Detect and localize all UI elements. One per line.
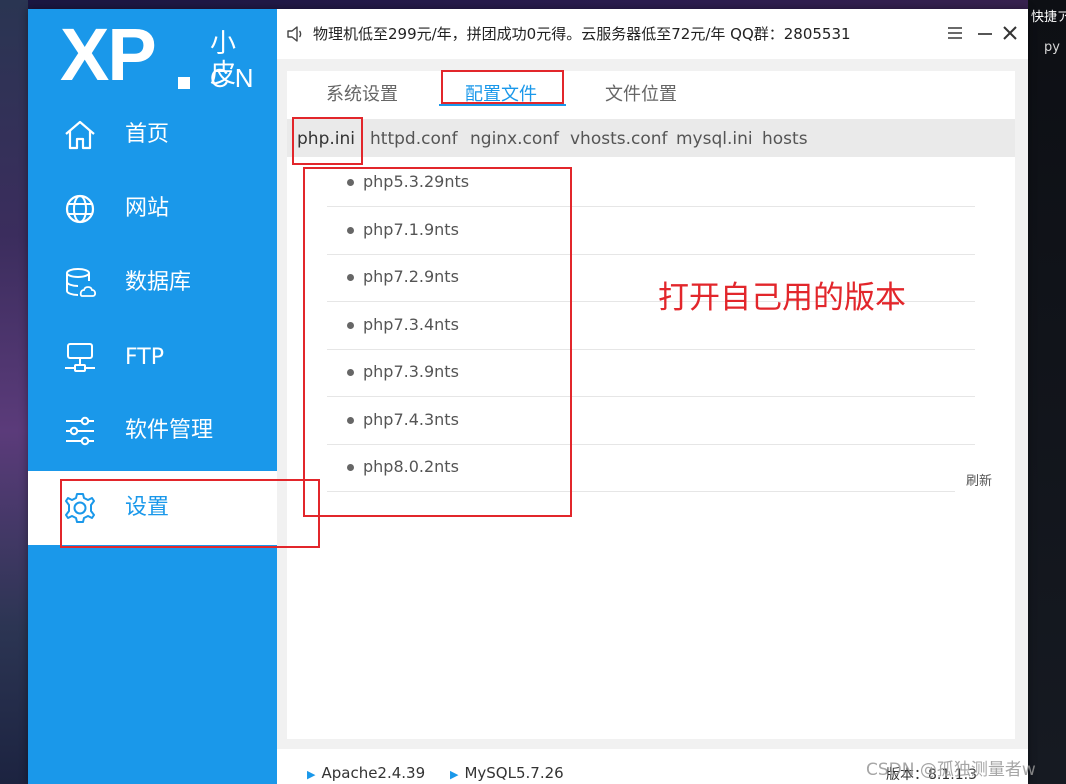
apache-service[interactable]: ▶ Apache2.4.39 [307, 764, 425, 782]
subtab-httpd-conf[interactable]: httpd.conf [370, 129, 458, 149]
play-icon: ▶ [450, 768, 459, 781]
bullet-icon [347, 417, 354, 424]
sidebar: XP 小皮 CN 首页 网站 数据库 FTP 软件管理 设置 [28, 9, 277, 784]
logo-cn-bottom: CN [210, 63, 260, 93]
mysql-service[interactable]: ▶ MySQL5.7.26 [450, 764, 564, 782]
annotation-text: 打开自己用的版本 [658, 280, 906, 316]
php-version-item[interactable]: php7.4.3nts [327, 397, 975, 445]
logo-dot [178, 77, 190, 89]
sidebar-item-website[interactable]: 网站 [28, 172, 277, 246]
database-icon [66, 268, 97, 297]
server-icon [65, 343, 95, 372]
bullet-icon [347, 179, 354, 186]
sidebar-item-database[interactable]: 数据库 [28, 246, 277, 320]
php-version-label: php7.1.9nts [363, 220, 459, 239]
minimize-icon[interactable] [975, 23, 995, 43]
logo-xp-text: XP [60, 13, 157, 96]
php-version-label: php5.3.29nts [363, 172, 470, 191]
subtab-nginx-conf[interactable]: nginx.conf [470, 129, 559, 149]
sidebar-item-label: 数据库 [125, 270, 192, 295]
subtab-hosts[interactable]: hosts [762, 129, 808, 149]
apache-label: Apache2.4.39 [321, 764, 426, 782]
tab-system-settings[interactable]: 系统设置 [326, 80, 398, 106]
mysql-label: MySQL5.7.26 [464, 764, 564, 782]
php-version-item[interactable]: php5.3.29nts [327, 159, 975, 207]
sliders-icon [66, 416, 94, 446]
php-version-label: php7.3.4nts [363, 315, 459, 334]
bullet-icon [347, 464, 354, 471]
sidebar-item-label: 软件管理 [125, 418, 214, 443]
sidebar-item-home[interactable]: 首页 [28, 98, 277, 172]
sidebar-item-software[interactable]: 软件管理 [28, 394, 277, 468]
subtab-php-ini[interactable]: php.ini [297, 129, 355, 149]
sidebar-item-label: FTP [125, 345, 164, 370]
gear-icon [65, 493, 95, 523]
play-icon: ▶ [307, 768, 316, 781]
sidebar-item-ftp[interactable]: FTP [28, 321, 277, 395]
sidebar-item-label: 网站 [125, 196, 170, 221]
refresh-button[interactable]: 刷新 [966, 470, 992, 489]
globe-icon [65, 194, 95, 224]
php-version-label: php8.0.2nts [363, 457, 459, 476]
sidebar-item-label: 设置 [125, 495, 170, 520]
php-version-label: php7.4.3nts [363, 410, 459, 429]
menu-icon[interactable] [945, 23, 965, 43]
close-icon[interactable] [1000, 23, 1020, 43]
sidebar-item-settings[interactable]: 设置 [28, 471, 277, 545]
bullet-icon [347, 369, 354, 376]
topbar: 物理机低至299元/年，拼团成功0元得。云服务器低至72元/年 QQ群：2805… [277, 9, 1028, 59]
subtab-vhosts-conf[interactable]: vhosts.conf [570, 129, 668, 149]
subtab-mysql-ini[interactable]: mysql.ini [676, 129, 753, 149]
desktop-wallpaper-left [0, 0, 28, 784]
sidebar-item-label: 首页 [125, 122, 170, 147]
home-icon [65, 120, 95, 150]
bullet-icon [347, 322, 354, 329]
bullet-icon [347, 274, 354, 281]
bullet-icon [347, 227, 354, 234]
php-version-label: php7.2.9nts [363, 267, 459, 286]
watermark: CSDN @孤独测量者w [866, 760, 1036, 780]
php-version-item[interactable]: php7.3.9nts [327, 349, 975, 397]
active-tab-indicator [439, 104, 566, 106]
php-version-label: php7.3.9nts [363, 362, 459, 381]
desktop-wallpaper-right [1028, 0, 1066, 784]
speaker-icon [287, 26, 302, 42]
php-version-item[interactable]: php7.1.9nts [327, 207, 975, 255]
tab-file-location[interactable]: 文件位置 [605, 80, 677, 106]
desktop-shortcut-label-2[interactable]: py [1044, 40, 1060, 55]
announcement-text[interactable]: 物理机低至299元/年，拼团成功0元得。云服务器低至72元/年 QQ群：2805… [313, 23, 851, 44]
php-version-item[interactable]: php8.0.2nts [327, 444, 955, 492]
tab-config-files[interactable]: 配置文件 [465, 80, 537, 106]
desktop-shortcut-label[interactable]: 快捷ア [1031, 6, 1066, 25]
